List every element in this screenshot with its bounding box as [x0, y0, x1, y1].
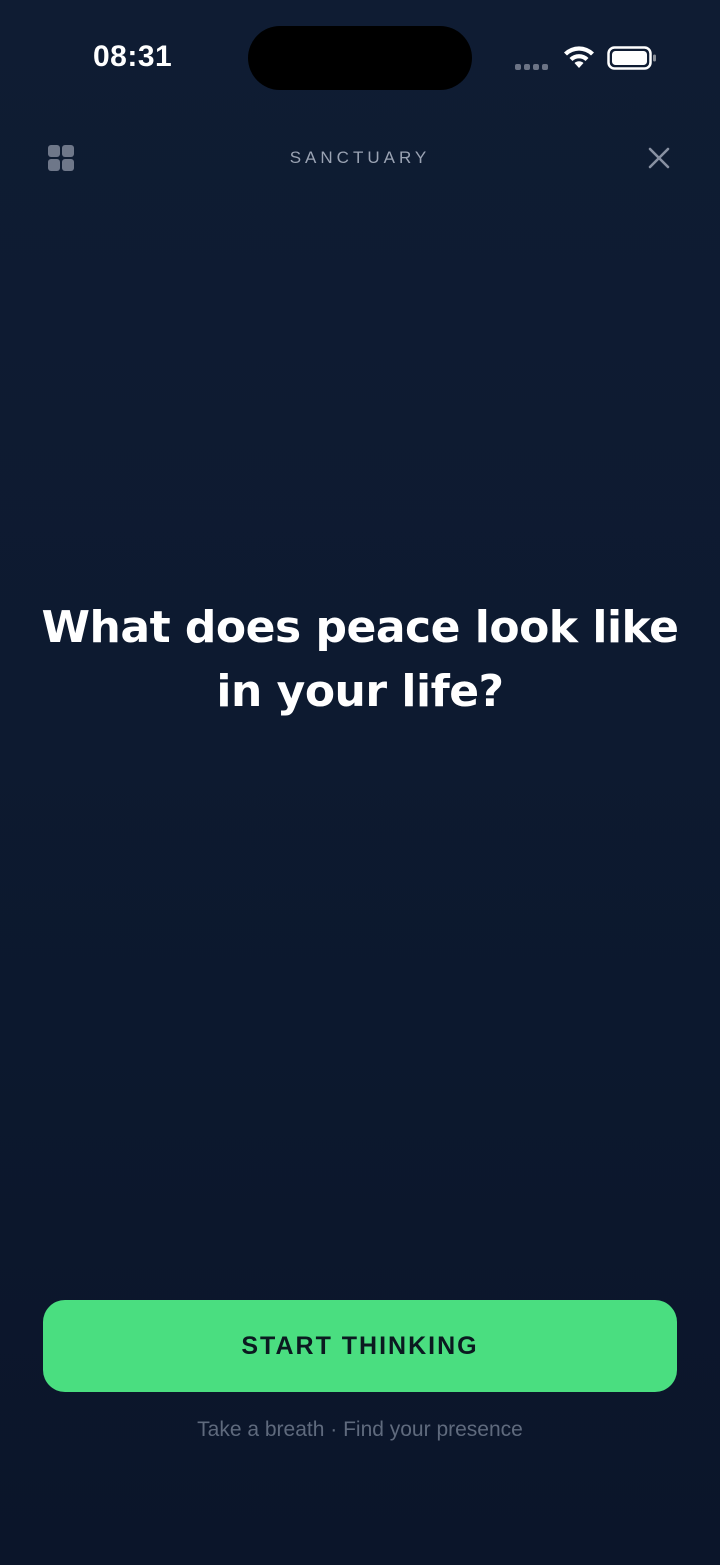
battery-icon — [607, 46, 656, 70]
start-thinking-button[interactable]: START THINKING — [43, 1300, 677, 1392]
reflection-prompt: What does peace look like in your life? — [41, 602, 679, 717]
wifi-icon — [564, 46, 594, 68]
page-title: SANCTUARY — [289, 148, 431, 167]
status-time: 08:31 — [93, 40, 173, 73]
close-icon[interactable] — [643, 142, 675, 174]
start-thinking-label: START THINKING — [241, 1331, 479, 1360]
dynamic-island — [248, 26, 472, 90]
top-nav: SANCTUARY — [0, 132, 720, 184]
breath-subtitle: Take a breath · Find your presence — [197, 1418, 523, 1441]
cellular-signal-icon — [515, 64, 548, 70]
status-bar: 08:31 — [0, 0, 720, 118]
